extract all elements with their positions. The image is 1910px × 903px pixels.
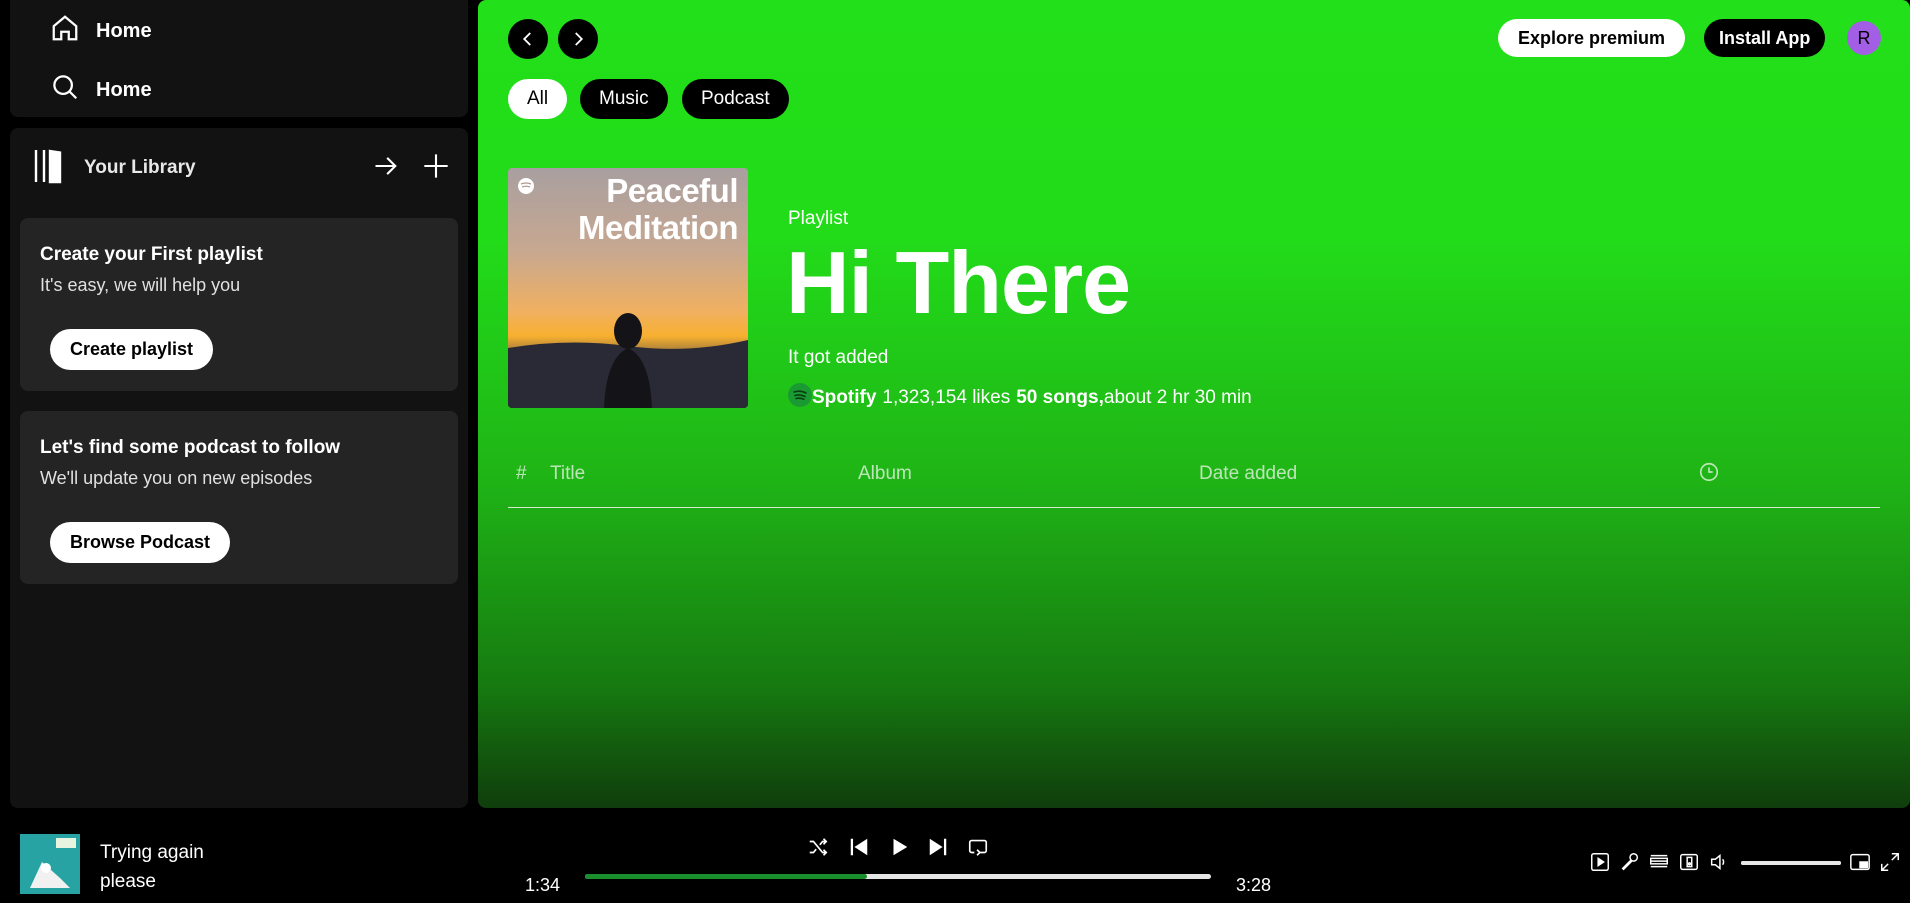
volume-fill [1741,861,1841,865]
column-number: # [516,463,527,484]
playlist-owner[interactable]: Spotify [812,387,876,409]
track-title-line1: Trying again [100,842,204,863]
chevron-right-icon [575,32,584,46]
browse-podcast-button[interactable]: Browse Podcast [50,522,231,563]
playlist-title: Hi There [786,233,1131,332]
now-playing-icon [1591,853,1609,871]
track-title-line2: please [100,871,156,892]
volume-icon [1710,854,1725,870]
playlist-songs: 50 songs, [1016,387,1104,408]
now-playing-view-button[interactable] [1589,851,1611,873]
cover-title-line1: Peaceful [606,172,738,209]
microphone-icon [1621,853,1639,871]
progress-bar[interactable] [585,874,1211,879]
filter-all[interactable]: All [508,79,568,119]
create-playlist-button[interactable]: Create playlist [50,329,214,370]
filter-music[interactable]: Music [580,79,668,119]
avatar[interactable]: R [1847,21,1881,55]
spotify-logo-icon [788,383,812,413]
now-playing-art[interactable] [20,834,80,894]
card-title: Create your First playlist [40,244,263,265]
library-title[interactable]: Your Library [84,157,196,179]
create-playlist-card: Create your First playlist It's easy, we… [20,218,458,391]
playlist-meta: Spotify 1,323,154 likes 50 songs, about … [788,383,1252,413]
device-icon [1680,853,1698,871]
skip-forward-icon [929,838,947,856]
connect-device-button[interactable] [1678,851,1700,873]
column-album[interactable]: Album [858,463,912,485]
playlist-type: Playlist [788,208,849,229]
nav-search-label: Home [96,78,152,101]
home-icon [50,13,80,49]
playlist-duration: about 2 hr 30 min [1103,387,1252,408]
previous-button[interactable] [846,834,872,860]
nav-home-label: Home [96,19,152,42]
player-bar: Trying again please 1:34 3:28 [0,808,1910,903]
playlist-cover: Peaceful Meditation [508,168,748,408]
nav-home[interactable]: Home [50,13,152,49]
play-icon [893,838,908,856]
total-time: 3:28 [1236,875,1272,895]
browse-podcast-card: Let's find some podcast to follow We'll … [20,411,458,584]
playlist-likes: 1,323,154 likes [882,387,1011,408]
fullscreen-icon [1881,853,1899,871]
library-panel: Your Library Create your First playlist … [10,128,468,808]
chevron-left-icon [522,32,531,46]
card-subtitle: We'll update you on new episodes [40,468,313,488]
cover-title-line2: Meditation [578,209,738,246]
search-icon [50,72,80,108]
album-art [20,834,80,894]
table-header-divider [508,507,1880,508]
explore-premium-button[interactable]: Explore premium [1498,19,1686,57]
shuffle-icon [809,838,828,856]
forward-button[interactable] [558,19,598,59]
play-button[interactable] [886,834,912,860]
back-button[interactable] [508,19,548,59]
queue-button[interactable] [1648,851,1670,873]
progress-fill [585,874,867,879]
shuffle-button[interactable] [805,834,831,860]
library-header: Your Library [32,148,450,188]
arrow-right-icon[interactable] [372,152,400,185]
lyrics-button[interactable] [1619,851,1641,873]
plus-icon[interactable] [422,152,450,185]
queue-icon [1650,854,1668,868]
clock-icon[interactable] [1698,461,1720,489]
column-date-added[interactable]: Date added [1199,463,1297,485]
playlist-description: It got added [788,347,889,368]
fullscreen-button[interactable] [1879,851,1901,873]
repeat-icon [968,839,988,856]
volume-slider[interactable] [1741,861,1841,865]
nav-search[interactable]: Home [50,72,152,108]
sidebar-nav: Home Home [10,0,468,117]
card-subtitle: It's easy, we will help you [40,275,241,295]
now-playing-title[interactable]: Trying again please [100,838,204,896]
filter-podcast[interactable]: Podcast [682,79,789,119]
card-title: Let's find some podcast to follow [40,437,341,458]
install-app-button[interactable]: Install App [1704,19,1826,57]
library-icon[interactable] [32,148,68,189]
skip-back-icon [850,838,868,856]
column-title[interactable]: Title [550,463,585,485]
next-button[interactable] [925,834,951,860]
current-time: 1:34 [525,875,561,895]
miniplayer-icon [1850,853,1870,871]
miniplayer-button[interactable] [1849,851,1871,873]
repeat-button[interactable] [965,834,991,860]
mute-button[interactable] [1708,851,1730,873]
cover-title: Peaceful Meditation [578,172,738,246]
main-content: Explore premium Install App R All Music … [478,0,1910,808]
